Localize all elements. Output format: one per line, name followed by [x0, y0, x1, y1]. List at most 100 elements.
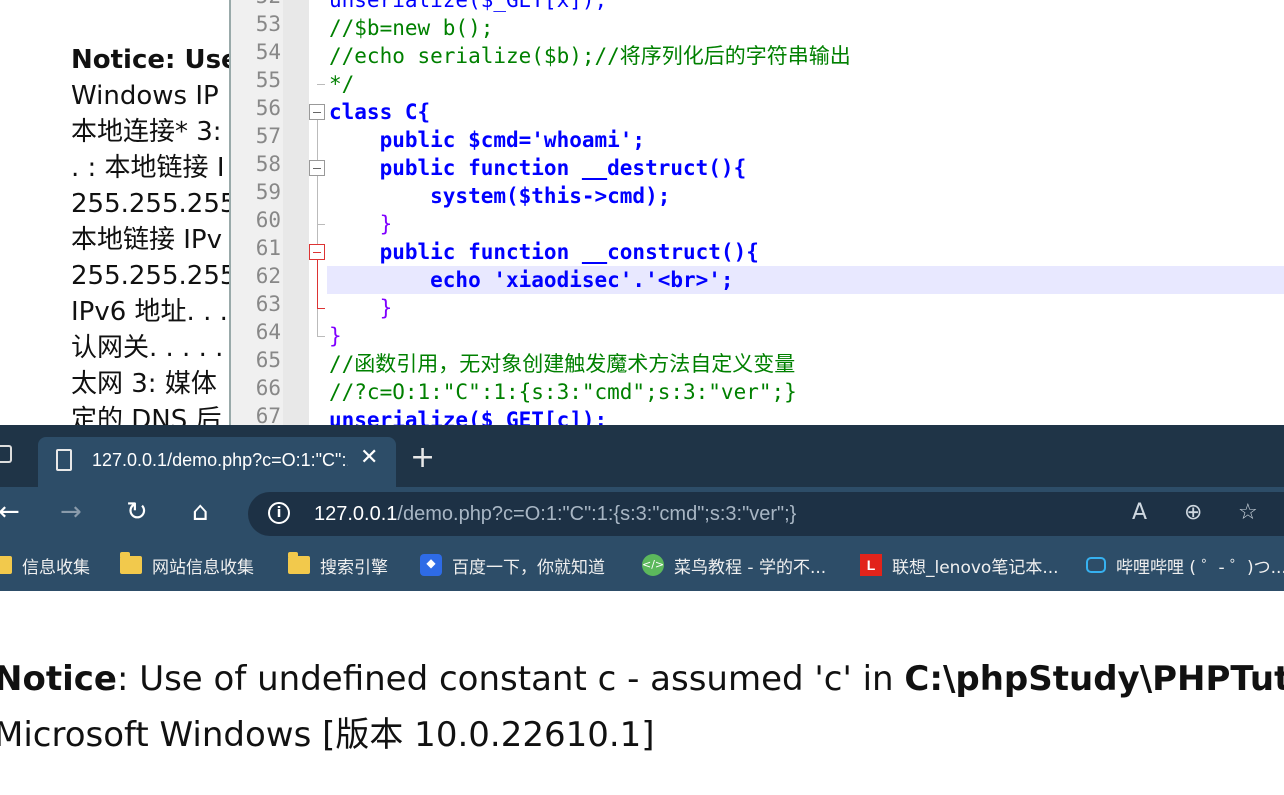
fold-toggle-icon[interactable]: [309, 104, 325, 120]
code-line: class C{: [329, 100, 431, 124]
bookmark-label: 信息收集: [22, 557, 90, 578]
line-number: 54: [255, 40, 281, 64]
bookmark-label: 哔哩哔哩 ( ゜- ゜)つ...: [1116, 557, 1284, 578]
folder-icon: [288, 552, 310, 574]
line-number: 58: [255, 152, 281, 176]
fold-toggle-icon[interactable]: [309, 244, 325, 260]
fold-margin: [283, 0, 309, 425]
new-tab-plus-icon[interactable]: +: [410, 443, 435, 473]
bookmark-folder[interactable]: 搜索引擎: [288, 552, 388, 578]
bookmark-label: 菜鸟教程 - 学的不...: [674, 557, 827, 578]
active-tab[interactable]: 127.0.0.1/demo.php?c=O:1:"C":1:{s:3:"cmd…: [38, 437, 396, 487]
line-number: 62: [255, 264, 281, 288]
bg-line: 本地连接* 3:: [71, 117, 222, 147]
code-line: unserialize($_GET[c]);: [329, 408, 608, 425]
bookmarks-bar: 信息收集 网站信息收集 搜索引擎 ◆ 百度一下，你就知道 </> 菜鸟教程 - 学的…: [0, 539, 1284, 591]
version-line: Microsoft Windows [版本 10.0.22610.1]: [0, 715, 655, 755]
line-number: 63: [255, 292, 281, 316]
line-number: 61: [255, 236, 281, 260]
bookmark-label: 网站信息收集: [152, 557, 254, 578]
home-icon[interactable]: ⌂: [192, 495, 209, 529]
tab-title: 127.0.0.1/demo.php?c=O:1:"C":1:{s:3:"cmd…: [92, 450, 348, 470]
folder-icon: [120, 552, 142, 574]
fold-toggle-icon[interactable]: [309, 160, 325, 176]
background-page: Notice: Use Windows IP 本地连接* 3: . : 本地链接…: [0, 0, 240, 425]
code-line: public $cmd='whoami';: [329, 128, 646, 152]
bookmark-folder[interactable]: 信息收集: [0, 552, 90, 578]
folder-icon: [0, 556, 12, 574]
forward-arrow-icon[interactable]: →: [60, 495, 82, 529]
line-number: 56: [255, 96, 281, 120]
code-line: public function __construct(){: [329, 240, 759, 264]
line-number: 59: [255, 180, 281, 204]
bookmark-runoob[interactable]: </> 菜鸟教程 - 学的不...: [642, 552, 826, 578]
bg-line: 本地链接 IPv: [71, 225, 222, 255]
fold-tick: [317, 84, 325, 85]
code-line: //函数引用，无对象创建触发魔术方法自定义变量: [329, 352, 796, 376]
bookmark-lenovo[interactable]: L 联想_lenovo笔记本...: [860, 552, 1059, 578]
bg-line: 255.255.255: [71, 261, 237, 291]
url-path: /demo.php?c=O:1:"C":1:{s:3:"cmd";s:3:"ve…: [397, 503, 797, 525]
code-line: //echo serialize($b);//将序列化后的字符串输出: [329, 44, 851, 68]
site-info-icon[interactable]: i: [268, 502, 290, 524]
line-number: 60: [255, 208, 281, 232]
page-content: Notice: Use of undefined constant c - as…: [0, 591, 1284, 795]
url-text[interactable]: 127.0.0.1/demo.php?c=O:1:"C":1:{s:3:"cmd…: [314, 503, 796, 526]
bg-line: 太网 3: 媒体: [71, 369, 217, 399]
fold-line: [317, 260, 318, 308]
favorite-star-icon[interactable]: ☆: [1238, 500, 1258, 525]
bookmark-label: 联想_lenovo笔记本...: [892, 557, 1059, 578]
navigation-bar: ← → ↻ ⌂ i 127.0.0.1/demo.php?c=O:1:"C":1…: [0, 487, 1284, 539]
bilibili-tv-icon: [1086, 557, 1106, 573]
bg-line: 认网关. . . . .: [71, 333, 224, 363]
document-icon: [56, 449, 72, 471]
line-number: 66: [255, 376, 281, 400]
lenovo-logo-icon: L: [860, 554, 882, 576]
zoom-icon[interactable]: ⊕: [1184, 500, 1202, 525]
line-number: 57: [255, 124, 281, 148]
code-text: unserialize($_GET[x]);: [329, 0, 608, 12]
bg-line: 定的 DNS 后: [71, 405, 222, 425]
fold-tick: [317, 224, 325, 225]
notice-text: : Use of undefined constant c - assumed …: [116, 659, 905, 699]
tab-actions-icon[interactable]: [0, 445, 12, 463]
bookmark-folder[interactable]: 网站信息收集: [120, 552, 254, 578]
notice-line: Notice: Use of undefined constant c - as…: [0, 659, 1284, 699]
code-line: public function __destruct(){: [329, 156, 747, 180]
code-area[interactable]: unserialize($_GET[x]); //$b=new b(); //e…: [329, 0, 1284, 425]
bg-line: Notice: Use: [71, 45, 239, 75]
line-number: 53: [255, 12, 281, 36]
code-line: }: [329, 324, 342, 348]
code-line: unserialize($_GET[x]);: [329, 0, 607, 14]
code-line: }: [329, 212, 393, 236]
code-line: */: [329, 72, 355, 96]
fold-tick: [317, 336, 325, 337]
back-arrow-icon[interactable]: ←: [0, 495, 20, 529]
read-aloud-icon[interactable]: A: [1132, 500, 1147, 525]
baidu-paw-icon: ◆: [420, 554, 442, 576]
notice-path: C:\phpStudy\PHPTutorial\WWW\demo.php: [904, 659, 1284, 699]
line-number: 65: [255, 348, 281, 372]
code-editor[interactable]: 52 53 54 55 56 57 58 59 60 61 62 63 64 6…: [229, 0, 1284, 425]
bg-line: 255.255.255: [71, 189, 237, 219]
bg-line: IPv6 地址. . .: [71, 297, 228, 327]
line-number: 64: [255, 320, 281, 344]
address-bar[interactable]: i 127.0.0.1/demo.php?c=O:1:"C":1:{s:3:"c…: [248, 492, 1284, 536]
line-number: 55: [255, 68, 281, 92]
line-number: 67: [255, 404, 281, 425]
notice-label: Notice: [0, 659, 117, 699]
code-brackets-icon: </>: [642, 554, 664, 576]
code-line: system($this->cmd);: [329, 184, 671, 208]
bookmark-bilibili[interactable]: 哔哩哔哩 ( ゜- ゜)つ...: [1086, 552, 1284, 578]
tab-bar: 127.0.0.1/demo.php?c=O:1:"C":1:{s:3:"cmd…: [0, 425, 1284, 487]
bookmark-baidu[interactable]: ◆ 百度一下，你就知道: [420, 552, 605, 578]
fold-tick: [317, 308, 325, 309]
line-number: 52: [235, 0, 281, 8]
bookmark-label: 百度一下，你就知道: [452, 557, 605, 578]
bg-line: . : 本地链接 I: [71, 153, 225, 183]
code-line: //$b=new b();: [329, 16, 494, 40]
code-line: echo 'xiaodisec'.'<br>';: [329, 268, 734, 292]
code-line: //?c=O:1:"C":1:{s:3:"cmd";s:3:"ver";}: [329, 380, 797, 404]
close-tab-icon[interactable]: ✕: [360, 445, 378, 470]
refresh-icon[interactable]: ↻: [126, 495, 148, 529]
